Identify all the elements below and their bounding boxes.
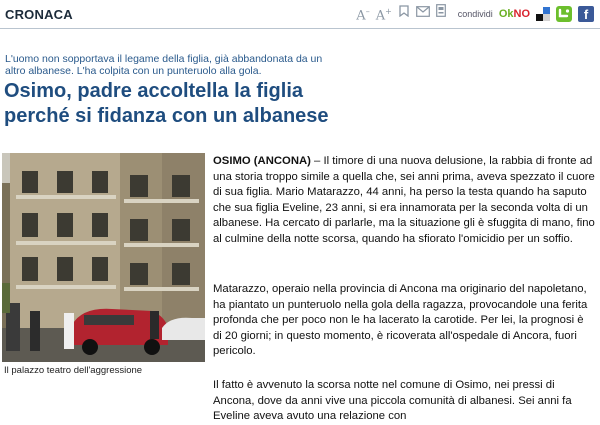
share-green-icon[interactable]	[556, 6, 572, 22]
building-photo	[2, 153, 205, 362]
print-icon	[435, 4, 446, 17]
font-smaller-label: A	[356, 8, 366, 24]
article-headline: Osimo, padre accoltella la figlia perché…	[4, 79, 424, 129]
print-button[interactable]	[435, 4, 446, 24]
font-smaller-button[interactable]: A–	[356, 2, 369, 26]
okno-no-text: NO	[513, 8, 531, 20]
headline-line-2: perché si fidanza con un albanese	[4, 105, 329, 127]
delicious-icon[interactable]	[536, 7, 550, 21]
font-larger-label: A	[375, 8, 386, 24]
bookmark-button[interactable]	[398, 4, 410, 24]
facebook-icon[interactable]: f	[578, 6, 594, 22]
article-dateline: OSIMO (ANCONA)	[213, 155, 311, 167]
okno-ok-text: Ok	[498, 8, 514, 20]
font-larger-button[interactable]: A+	[376, 2, 392, 26]
bookmark-icon	[399, 5, 409, 18]
article-paragraph-1: OSIMO (ANCONA) – Il timore di una nuova …	[213, 154, 595, 247]
headline-line-1: Osimo, padre accoltella la figlia	[4, 80, 303, 102]
article-tools: A– A+ condividi OkNO f	[356, 4, 594, 24]
article-photo[interactable]	[2, 153, 205, 362]
paragraph-1-text: – Il timore di una nuova delusione, la r…	[213, 155, 595, 245]
article-paragraph-2: Matarazzo, operaio nella provincia di An…	[213, 283, 588, 357]
article-paragraph-3: Il fatto è avvenuto la scorsa notte nel …	[213, 379, 572, 422]
article-summary: L'uomo non sopportava il legame della fi…	[5, 53, 323, 77]
top-bar: CRONACA A– A+ condividi OkNO f	[0, 0, 600, 29]
envelope-icon	[415, 6, 430, 17]
photo-caption: Il palazzo teatro dell'aggressione	[4, 365, 143, 376]
okno-button[interactable]: OkNO	[499, 8, 530, 20]
email-button[interactable]	[415, 4, 430, 24]
share-label: condividi	[457, 9, 493, 19]
section-title[interactable]: CRONACA	[5, 7, 73, 22]
